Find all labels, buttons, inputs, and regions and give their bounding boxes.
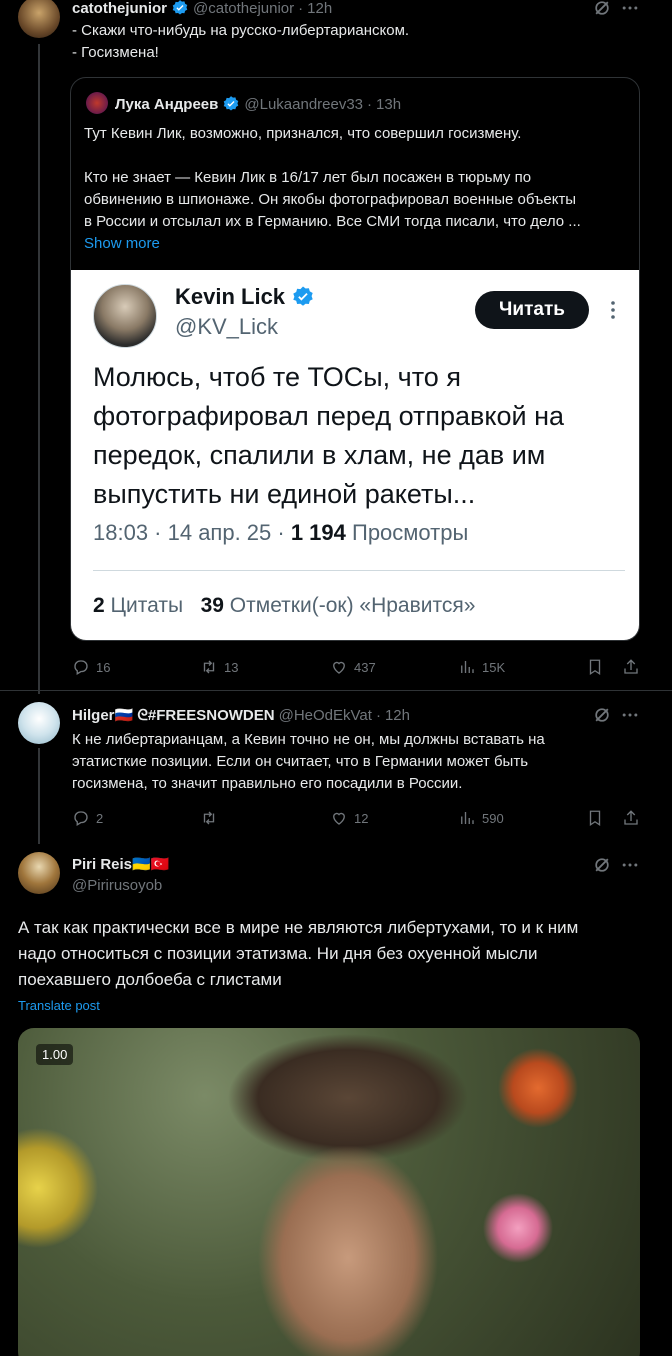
repost-icon <box>203 660 215 674</box>
video-player[interactable]: 1.00 <box>18 1028 640 1356</box>
bookmark-icon[interactable] <box>586 809 604 827</box>
translate-post-link[interactable]: Translate post <box>18 998 100 1013</box>
tweet-text: - Скажи что-нибудь на русско-либертариан… <box>72 22 410 61</box>
thread-line <box>38 748 40 844</box>
playback-speed-badge[interactable]: 1.00 <box>36 1044 74 1065</box>
follow-button-image: Читать <box>475 291 589 329</box>
bookmark-icon[interactable] <box>586 658 604 676</box>
grok-icon[interactable] <box>592 0 612 18</box>
tweet-text: А так как практически все в мире не явля… <box>18 918 579 989</box>
views-button[interactable]: 15K <box>458 655 505 679</box>
avatar <box>86 92 108 114</box>
quoted-tweet[interactable]: Лука Андреев @Lukaandreev33 · 13h Тут Ке… <box>70 77 640 641</box>
verified-badge-icon <box>224 96 239 111</box>
kevin-tweet-stats: 2 Цитаты 39 Отметки(-ок) «Нравится» <box>93 594 476 617</box>
divider <box>93 570 625 571</box>
timestamp[interactable]: 12h <box>307 0 332 17</box>
more-icon <box>611 301 615 319</box>
like-button[interactable]: 437 <box>330 655 376 679</box>
like-count: 12 <box>354 810 369 826</box>
video-frame <box>18 1028 640 1356</box>
repost-icon <box>203 811 215 825</box>
quote-timestamp: 13h <box>376 95 402 113</box>
author-name[interactable]: Hilger🇷🇺 ᘓ#FREESNOWDEN <box>72 706 275 724</box>
grok-icon[interactable] <box>592 855 612 875</box>
avatar[interactable] <box>18 0 60 38</box>
heart-icon <box>333 812 345 825</box>
tweet-actions: 2 12 590 <box>72 806 654 830</box>
quote-author-name: Лука Андреев <box>115 95 219 113</box>
heart-icon <box>333 661 345 674</box>
grok-icon[interactable] <box>592 705 612 725</box>
repost-button[interactable] <box>200 806 224 830</box>
verified-badge-icon <box>172 0 188 15</box>
more-icon[interactable] <box>620 705 640 725</box>
reply-count: 16 <box>96 659 111 675</box>
author-handle[interactable]: @Pirirusoyob <box>72 877 162 894</box>
kevin-handle: @KV_Lick <box>175 314 279 339</box>
reply-button[interactable]: 2 <box>72 806 103 830</box>
kevin-avatar <box>93 284 157 348</box>
show-more-link[interactable]: Show more <box>84 233 634 255</box>
tweet-actions: 16 13 437 15K <box>72 655 654 679</box>
quote-text: Тут Кевин Лик, возможно, признался, что … <box>84 123 634 255</box>
views-icon <box>461 661 474 673</box>
reply-button[interactable]: 16 <box>72 655 110 679</box>
author-name[interactable]: catothejunior <box>72 0 167 17</box>
tweet-text: К не либертарианцам, а Кевин точно не он… <box>72 731 545 792</box>
timestamp[interactable]: 12h <box>385 707 410 724</box>
view-count: 590 <box>482 810 504 826</box>
view-count: 15K <box>482 659 506 675</box>
verified-badge-icon <box>293 286 313 306</box>
more-icon[interactable] <box>620 855 640 875</box>
views-icon <box>461 812 474 824</box>
like-count: 437 <box>354 659 376 675</box>
author-handle[interactable]: @HeOdEkVat <box>279 707 372 724</box>
kevin-tweet-meta: 18:03 · 14 апр. 25 · 1 194 Просмотры <box>93 520 469 545</box>
tweet-separator <box>0 690 672 691</box>
share-icon[interactable] <box>622 658 640 676</box>
quote-author-handle: @Lukaandreev33 <box>244 95 364 113</box>
reply-icon <box>74 811 88 826</box>
more-icon[interactable] <box>620 0 640 18</box>
kevin-name: Kevin Lick <box>175 284 286 309</box>
author-handle[interactable]: @catothejunior <box>193 0 294 17</box>
repost-button[interactable]: 13 <box>200 655 238 679</box>
quote-image[interactable]: Kevin Lick @KV_Lick Читать Молюсь, чтоб … <box>71 270 639 640</box>
repost-count: 13 <box>224 659 239 675</box>
like-button[interactable]: 12 <box>330 806 368 830</box>
avatar[interactable] <box>18 702 60 744</box>
thread-line <box>38 44 40 694</box>
reply-icon <box>74 660 88 675</box>
author-name[interactable]: Piri Reis🇺🇦🇹🇷 <box>72 855 169 873</box>
avatar[interactable] <box>18 852 60 894</box>
views-button[interactable]: 590 <box>458 806 504 830</box>
reply-count: 2 <box>96 810 104 826</box>
share-icon[interactable] <box>622 809 640 827</box>
kevin-tweet-text: Молюсь, чтоб те ТОСы, что я фотографиров… <box>93 362 564 509</box>
